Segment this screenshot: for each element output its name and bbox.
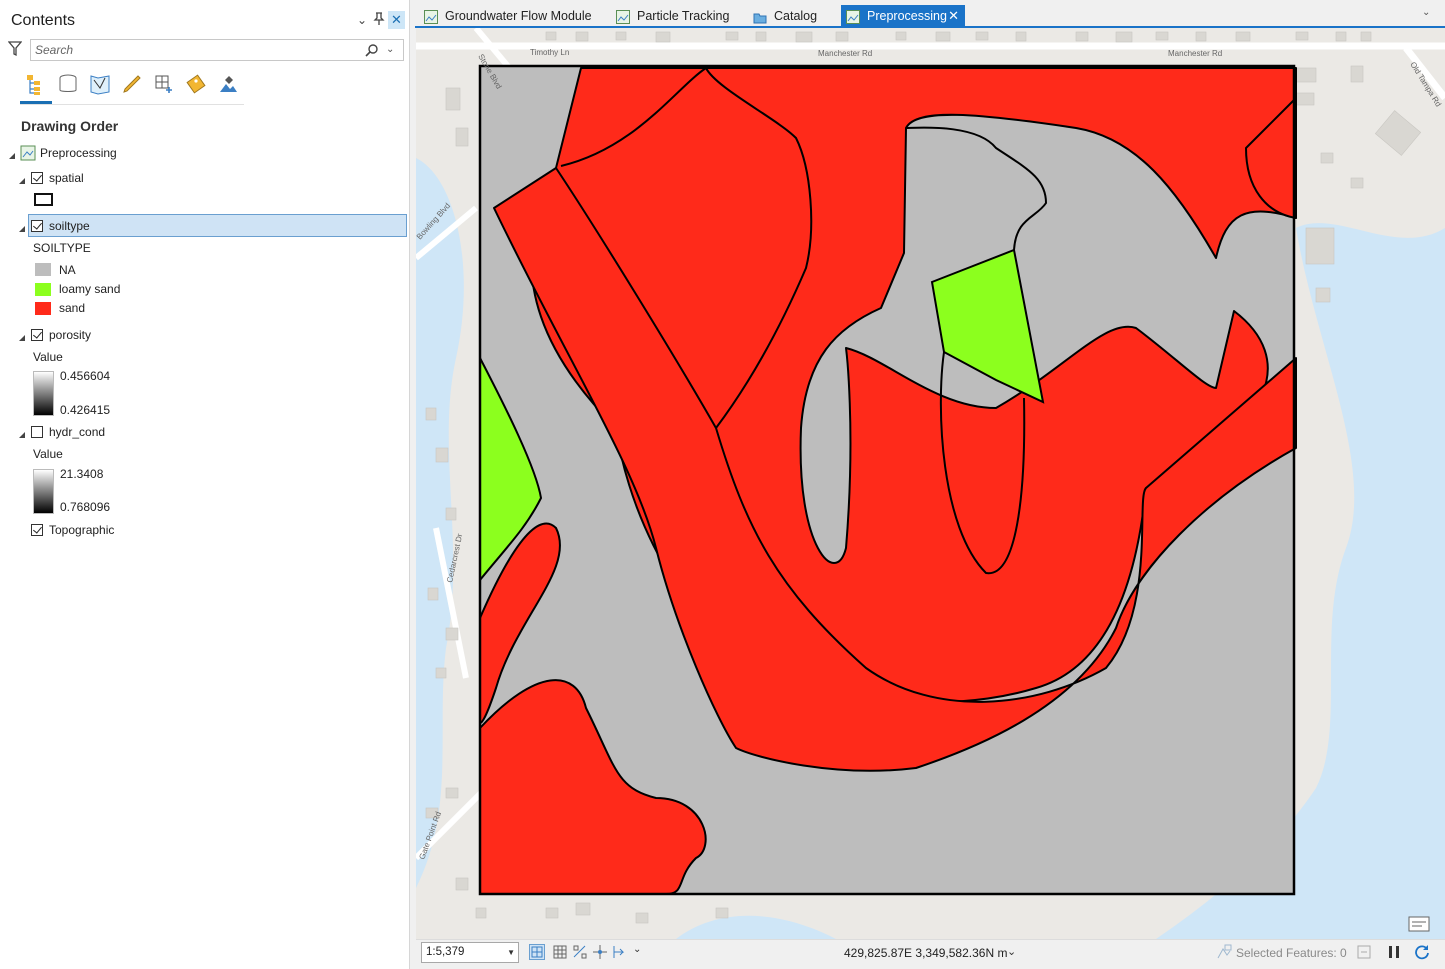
layer-label-soiltype[interactable]: soiltype — [49, 216, 90, 236]
snapping-icon[interactable] — [572, 944, 588, 960]
hydr-cond-color-ramp[interactable] — [33, 469, 54, 514]
list-by-editing-icon[interactable] — [116, 70, 148, 98]
list-by-perspective-imagery-icon[interactable] — [212, 70, 244, 98]
close-tab-icon[interactable]: ✕ — [948, 5, 959, 27]
pane-title: Contents — [11, 12, 76, 29]
list-by-labeling-icon[interactable] — [180, 70, 212, 98]
map-tab-icon — [846, 9, 860, 24]
porosity-max-value: 0.456604 — [60, 369, 111, 383]
tab-overflow-chevron-icon[interactable]: ⌄ — [1422, 7, 1430, 18]
coordinate-format-chevron-icon[interactable]: ⌄ — [1007, 945, 1016, 958]
collapse-spatial-icon[interactable] — [18, 174, 26, 184]
spatial-symbol-swatch[interactable] — [34, 193, 53, 206]
collapse-soiltype-icon[interactable] — [18, 222, 26, 232]
layer-label-topographic[interactable]: Topographic — [49, 520, 114, 540]
legend-swatch-na[interactable] — [35, 263, 51, 276]
search-input[interactable] — [35, 42, 355, 58]
tab-catalog[interactable]: Catalog — [748, 5, 828, 27]
hydr-cond-max-value: 21.3408 — [60, 467, 104, 481]
grid-icon[interactable] — [552, 944, 568, 960]
collapse-hydr-cond-icon[interactable] — [18, 428, 26, 438]
street-label-timothy: Timothy Ln — [530, 48, 569, 57]
selected-features-count: Selected Features: 0 — [1236, 946, 1347, 960]
porosity-visibility-checkbox[interactable] — [31, 329, 43, 341]
collapse-porosity-icon[interactable] — [18, 331, 26, 341]
filter-icon[interactable] — [7, 41, 23, 57]
list-by-drawing-order-icon[interactable] — [20, 70, 52, 98]
contents-pane: Contents ⌄ ✕ ⌄ Drawing Order Pr — [0, 0, 410, 969]
tools-dropdown-chevron-icon[interactable]: ⌄ — [633, 944, 641, 955]
close-pane-button[interactable]: ✕ — [388, 11, 405, 29]
legend-label-na: NA — [59, 263, 76, 277]
topographic-visibility-checkbox[interactable] — [31, 524, 43, 536]
collapse-map-icon[interactable] — [8, 149, 16, 159]
scale-selector[interactable]: 1:5,379 ▼ — [421, 942, 519, 963]
fixed-zoom-icon[interactable] — [529, 944, 545, 960]
scale-dropdown-chevron-icon[interactable]: ▼ — [507, 943, 515, 962]
selected-features-icon[interactable] — [1216, 944, 1232, 960]
refresh-selection-icon[interactable] — [1356, 944, 1372, 960]
map-notes-icon[interactable] — [1408, 914, 1430, 932]
search-dropdown-chevron-icon[interactable]: ⌄ — [386, 43, 398, 57]
catalog-tab-icon — [753, 9, 767, 24]
cursor-coordinates: 429,825.87E 3,349,582.36N m — [844, 946, 1008, 960]
street-label-manchester-2: Manchester Rd — [1168, 49, 1222, 58]
porosity-min-value: 0.426415 — [60, 403, 111, 417]
refresh-icon[interactable] — [1414, 944, 1430, 960]
map-status-bar: 1:5,379 ▼ ⌄ 429,825.87E 3,349,582.36N m … — [416, 939, 1445, 969]
tab-groundwater-flow-module[interactable]: Groundwater Flow Module — [419, 5, 599, 27]
hydr-cond-visibility-checkbox[interactable] — [31, 426, 43, 438]
map-view[interactable]: Timothy Ln Manchester Rd Manchester Rd S… — [416, 28, 1445, 939]
porosity-legend-title: Value — [33, 350, 63, 364]
map-node-label[interactable]: Preprocessing — [40, 143, 117, 163]
layer-label-spatial[interactable]: spatial — [49, 168, 84, 188]
toolbar-divider — [20, 104, 244, 105]
map-canvas[interactable]: Timothy Ln Manchester Rd Manchester Rd S… — [416, 28, 1445, 939]
list-by-snapping-icon[interactable] — [148, 70, 180, 98]
soiltype-legend-title: SOILTYPE — [33, 241, 91, 255]
drawing-order-heading: Drawing Order — [21, 118, 119, 134]
legend-swatch-loamy-sand[interactable] — [35, 283, 51, 296]
view-tab-bar: Groundwater Flow Module Particle Trackin… — [415, 0, 1445, 28]
map-tab-icon — [424, 9, 438, 24]
soiltype-visibility-checkbox[interactable] — [31, 220, 43, 232]
pane-options-chevron-icon[interactable]: ⌄ — [355, 12, 369, 28]
correction-icon[interactable] — [612, 944, 628, 960]
constraints-icon[interactable] — [592, 944, 608, 960]
search-box[interactable]: ⌄ — [30, 39, 404, 61]
tab-particle-tracking[interactable]: Particle Tracking — [611, 5, 736, 27]
legend-label-sand: sand — [59, 301, 86, 315]
list-by-source-icon[interactable] — [52, 70, 84, 98]
street-label-manchester-1: Manchester Rd — [818, 49, 872, 58]
hydr-cond-min-value: 0.768096 — [60, 500, 111, 514]
scale-value: 1:5,379 — [426, 946, 465, 958]
list-by-selection-icon[interactable] — [84, 70, 116, 98]
legend-swatch-sand[interactable] — [35, 302, 51, 315]
hydr-cond-legend-title: Value — [33, 447, 63, 461]
spatial-visibility-checkbox[interactable] — [31, 172, 43, 184]
porosity-color-ramp[interactable] — [33, 371, 54, 416]
tab-preprocessing[interactable]: Preprocessing ✕ — [841, 5, 965, 27]
pin-icon[interactable] — [372, 12, 386, 28]
search-icon[interactable] — [365, 43, 379, 57]
layer-label-hydr-cond[interactable]: hydr_cond — [49, 422, 105, 442]
map-tab-icon — [616, 9, 630, 24]
map-icon — [20, 145, 36, 161]
legend-label-loamy-sand: loamy sand — [59, 282, 121, 296]
layer-label-porosity[interactable]: porosity — [49, 325, 91, 345]
pause-drawing-icon[interactable] — [1386, 944, 1402, 960]
